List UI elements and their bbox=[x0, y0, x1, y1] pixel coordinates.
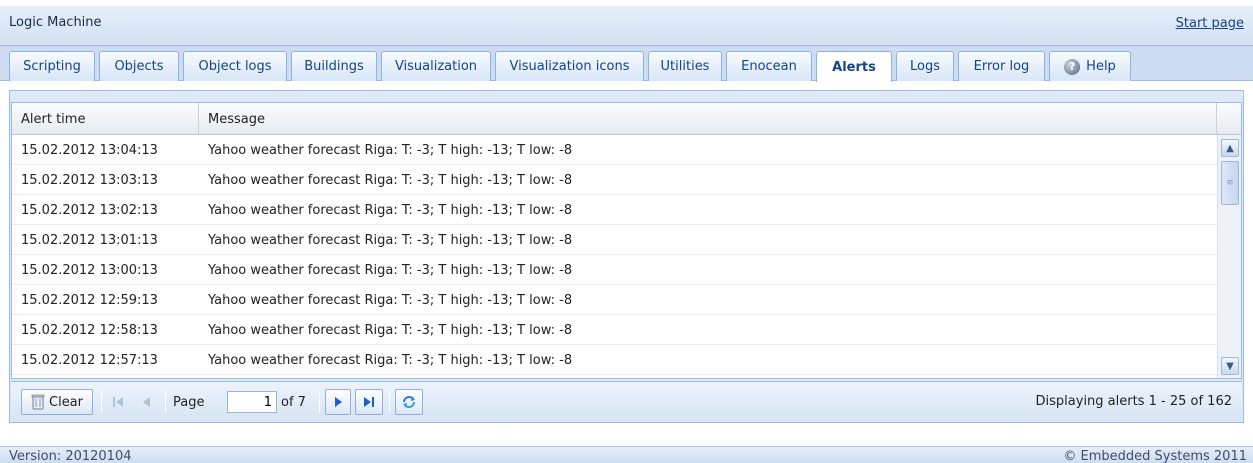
tab-label: Alerts bbox=[832, 59, 876, 75]
tab-label: Visualization bbox=[394, 59, 478, 74]
message-cell: Yahoo weather forecast Riga: T: -3; T hi… bbox=[208, 292, 573, 308]
first-page-icon[interactable] bbox=[107, 389, 131, 415]
column-header-alert-time[interactable]: Alert time bbox=[12, 103, 199, 135]
tab-label: Scripting bbox=[23, 59, 81, 74]
toolbar-separator bbox=[389, 391, 390, 413]
message-cell: Yahoo weather forecast Riga: T: -3; T hi… bbox=[208, 202, 573, 218]
last-page-icon[interactable] bbox=[355, 389, 383, 415]
page-count-label: of 7 bbox=[281, 394, 306, 410]
table-row[interactable]: 15.02.2012 13:02:13 Yahoo weather foreca… bbox=[12, 195, 1217, 225]
grid-body: 15.02.2012 13:04:13 Yahoo weather foreca… bbox=[12, 135, 1217, 378]
clear-button[interactable]: Clear bbox=[21, 389, 93, 415]
table-row[interactable]: 15.02.2012 12:59:13 Yahoo weather foreca… bbox=[12, 285, 1217, 315]
message-cell: Yahoo weather forecast Riga: T: -3; T hi… bbox=[208, 232, 573, 248]
message-cell: Yahoo weather forecast Riga: T: -3; T hi… bbox=[208, 262, 573, 278]
page-label: Page bbox=[173, 394, 205, 410]
tab-label: Error log bbox=[973, 59, 1030, 74]
tab-logs[interactable]: Logs bbox=[896, 51, 954, 81]
tab-visualization-icons[interactable]: Visualization icons bbox=[495, 51, 644, 81]
next-page-icon[interactable] bbox=[325, 389, 351, 415]
tab-label: Objects bbox=[114, 59, 164, 74]
tab-enocean[interactable]: Enocean bbox=[726, 51, 812, 81]
alerts-grid: Alert time Message 15.02.2012 13:04:13 Y… bbox=[11, 102, 1242, 379]
tab-visualization[interactable]: Visualization bbox=[381, 51, 491, 81]
tab-label: Visualization icons bbox=[509, 59, 630, 74]
tab-label: Enocean bbox=[741, 59, 797, 74]
toolbar-separator bbox=[165, 391, 166, 413]
start-page-link[interactable]: Start page bbox=[1176, 16, 1244, 31]
display-info: Displaying alerts 1 - 25 of 162 bbox=[1035, 394, 1232, 409]
tab-label: Logs bbox=[910, 59, 940, 74]
refresh-icon[interactable] bbox=[395, 389, 423, 415]
copyright-label: © Embedded Systems 2011 bbox=[1063, 449, 1247, 463]
scroll-up-icon[interactable]: ▲ bbox=[1221, 139, 1239, 157]
tab-error-log[interactable]: Error log bbox=[958, 51, 1045, 81]
scrollbar-thumb[interactable]: ≡ bbox=[1221, 161, 1239, 205]
table-row[interactable]: 15.02.2012 12:57:13 Yahoo weather foreca… bbox=[12, 345, 1217, 375]
tab-object-logs[interactable]: Object logs bbox=[183, 51, 287, 81]
table-row[interactable]: 15.02.2012 13:00:13 Yahoo weather foreca… bbox=[12, 255, 1217, 285]
alert-time-cell: 15.02.2012 13:03:13 bbox=[21, 172, 158, 188]
toolbar-separator bbox=[319, 391, 320, 413]
message-cell: Yahoo weather forecast Riga: T: -3; T hi… bbox=[208, 172, 573, 188]
tab-utilities[interactable]: Utilities bbox=[648, 51, 722, 81]
message-cell: Yahoo weather forecast Riga: T: -3; T hi… bbox=[208, 322, 573, 338]
version-label: Version: 20120104 bbox=[9, 449, 132, 463]
tab-alerts[interactable]: Alerts bbox=[816, 51, 892, 82]
alert-time-cell: 15.02.2012 13:02:13 bbox=[21, 202, 158, 218]
tab-objects[interactable]: Objects bbox=[99, 51, 179, 81]
table-row[interactable]: 15.02.2012 13:04:13 Yahoo weather foreca… bbox=[12, 135, 1217, 165]
table-row[interactable]: 15.02.2012 13:01:13 Yahoo weather foreca… bbox=[12, 225, 1217, 255]
alert-time-cell: 15.02.2012 13:00:13 bbox=[21, 262, 158, 278]
vertical-scrollbar[interactable]: ▲ ≡ ▼ bbox=[1217, 135, 1241, 378]
message-cell: Yahoo weather forecast Riga: T: -3; T hi… bbox=[208, 142, 573, 158]
grid-header: Alert time Message bbox=[12, 103, 1241, 135]
help-icon: ? bbox=[1064, 58, 1081, 75]
scroll-down-icon[interactable]: ▼ bbox=[1221, 357, 1239, 375]
column-header-message[interactable]: Message bbox=[199, 103, 1217, 135]
message-cell: Yahoo weather forecast Riga: T: -3; T hi… bbox=[208, 352, 573, 368]
previous-page-icon[interactable] bbox=[135, 389, 159, 415]
clear-label: Clear bbox=[49, 394, 83, 410]
alert-time-cell: 15.02.2012 12:59:13 bbox=[21, 292, 158, 308]
toolbar-separator bbox=[101, 391, 102, 413]
tab-label: Utilities bbox=[660, 59, 710, 74]
tab-label: Buildings bbox=[304, 59, 364, 74]
paging-toolbar: Clear Page of 7 Displaying ale bbox=[11, 381, 1242, 421]
tab-help[interactable]: ? Help bbox=[1049, 51, 1131, 81]
trash-icon bbox=[31, 394, 45, 410]
alert-time-cell: 15.02.2012 13:04:13 bbox=[21, 142, 158, 158]
alert-time-cell: 15.02.2012 12:58:13 bbox=[21, 322, 158, 338]
app-window: Logic Machine Start page Scripting Objec… bbox=[0, 0, 1253, 463]
header-bar: Logic Machine Start page bbox=[0, 6, 1253, 46]
app-title: Logic Machine bbox=[9, 15, 102, 30]
tab-label: Object logs bbox=[198, 59, 272, 74]
page-number-input[interactable] bbox=[227, 391, 277, 413]
tab-label: Help bbox=[1086, 59, 1116, 74]
tab-buildings[interactable]: Buildings bbox=[291, 51, 377, 81]
tab-scripting[interactable]: Scripting bbox=[9, 51, 95, 81]
alert-time-cell: 15.02.2012 12:57:13 bbox=[21, 352, 158, 368]
alert-time-cell: 15.02.2012 13:01:13 bbox=[21, 232, 158, 248]
tab-bar: Scripting Objects Object logs Buildings … bbox=[0, 46, 1253, 82]
footer-bar: Version: 20120104 © Embedded Systems 201… bbox=[0, 446, 1253, 463]
table-row[interactable]: 15.02.2012 12:58:13 Yahoo weather foreca… bbox=[12, 315, 1217, 345]
table-row[interactable]: 15.02.2012 13:03:13 Yahoo weather foreca… bbox=[12, 165, 1217, 195]
